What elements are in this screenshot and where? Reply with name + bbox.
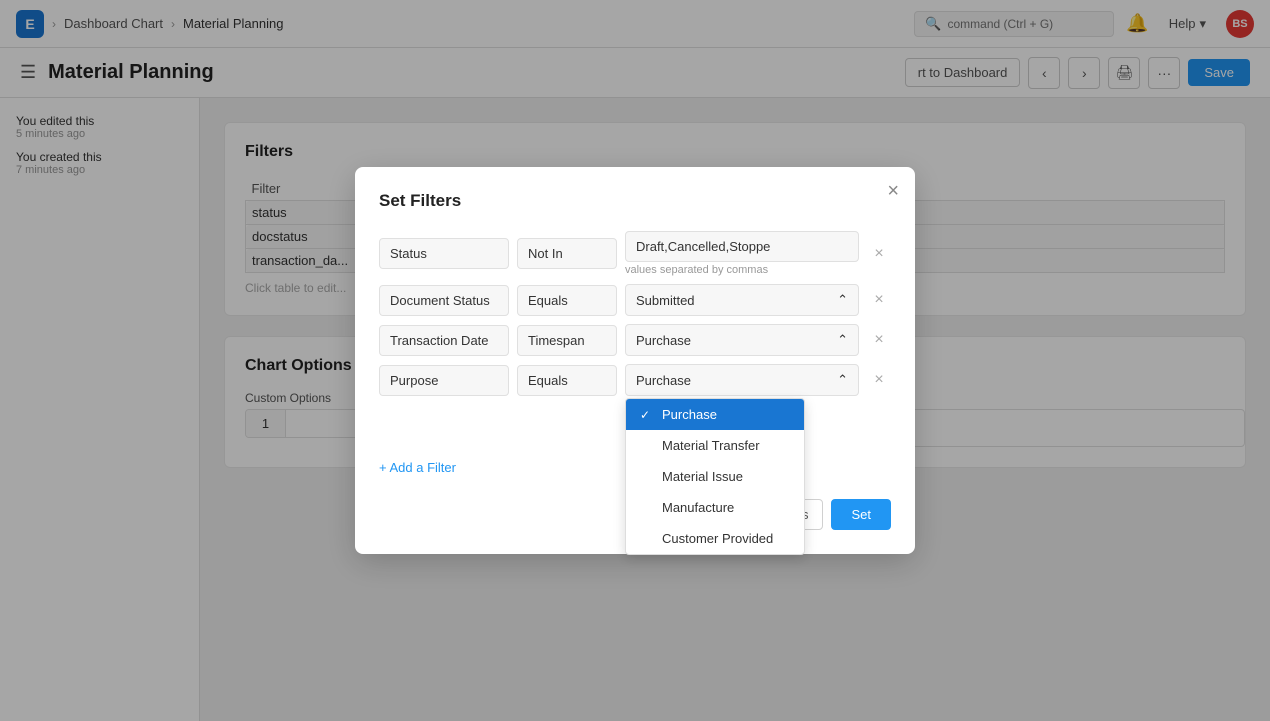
filter-val-transdate-text: Purchase [636,333,691,348]
filter-val-docstatus: Submitted ⌃ [625,284,859,316]
filter-val-docstatus-text: Submitted [636,293,695,308]
filter-val-status-text[interactable]: Draft,Cancelled,Stoppe [625,231,859,262]
filter-remove-status[interactable]: × [867,242,891,266]
filter-remove-transdate[interactable]: × [867,328,891,352]
filter-remove-docstatus[interactable]: × [867,288,891,312]
filter-val-transdate: Purchase ⌃ [625,324,859,356]
dropdown-item-label: Manufacture [662,500,734,515]
set-button[interactable]: Set [831,499,891,530]
filter-remove-purpose[interactable]: × [867,368,891,392]
dropdown-item-material-issue[interactable]: Material Issue [626,461,804,492]
filter-val-docstatus-select[interactable]: Submitted ⌃ [625,284,859,316]
dropdown-item-label: Material Issue [662,469,743,484]
dropdown-item-manufacture[interactable]: Manufacture [626,492,804,523]
dropdown-item-label: Customer Provided [662,531,773,546]
filter-val-purpose: Purchase ⌃ ✓ Purchase Material Transfer [625,364,859,396]
check-icon: ✓ [640,408,654,422]
filter-val-docstatus-chevron: ⌃ [837,292,848,308]
filter-val-transdate-chevron: ⌃ [837,332,848,348]
add-filter-link[interactable]: + Add a Filter [379,460,456,475]
filter-row-status: Status Not In Draft,Cancelled,Stoppe val… [379,231,891,276]
dropdown-item-label: Material Transfer [662,438,760,453]
filter-val-status: Draft,Cancelled,Stoppe values separated … [625,231,859,276]
filter-field-purpose: Purpose [379,365,509,396]
filter-field-transdate: Transaction Date [379,325,509,356]
filter-val-hint: values separated by commas [625,264,859,276]
modal-overlay[interactable]: Set Filters × Status Not In Draft,Cancel… [0,0,1270,721]
filter-field-status: Status [379,238,509,269]
dropdown-item-label: Purchase [662,407,717,422]
filter-op-status: Not In [517,238,617,269]
filter-val-purpose-text: Purchase [636,373,691,388]
filter-field-docstatus: Document Status [379,285,509,316]
filter-row-purpose: Purpose Equals Purchase ⌃ ✓ Purchase Mat… [379,364,891,396]
filter-op-docstatus: Equals [517,285,617,316]
filter-op-purpose: Equals [517,365,617,396]
set-filters-modal: Set Filters × Status Not In Draft,Cancel… [355,167,915,554]
dropdown-item-material-transfer[interactable]: Material Transfer [626,430,804,461]
purpose-dropdown: ✓ Purchase Material Transfer Material Is… [625,398,805,555]
modal-close-button[interactable]: × [887,181,899,201]
dropdown-item-customer-provided[interactable]: Customer Provided [626,523,804,554]
filter-val-purpose-chevron: ⌃ [837,372,848,388]
filter-val-transdate-select[interactable]: Purchase ⌃ [625,324,859,356]
filter-val-purpose-select[interactable]: Purchase ⌃ [625,364,859,396]
filter-op-transdate: Timespan [517,325,617,356]
modal-title: Set Filters [379,191,891,211]
filter-row-docstatus: Document Status Equals Submitted ⌃ × [379,284,891,316]
dropdown-item-purchase[interactable]: ✓ Purchase [626,399,804,430]
filter-row-transdate: Transaction Date Timespan Purchase ⌃ × [379,324,891,356]
